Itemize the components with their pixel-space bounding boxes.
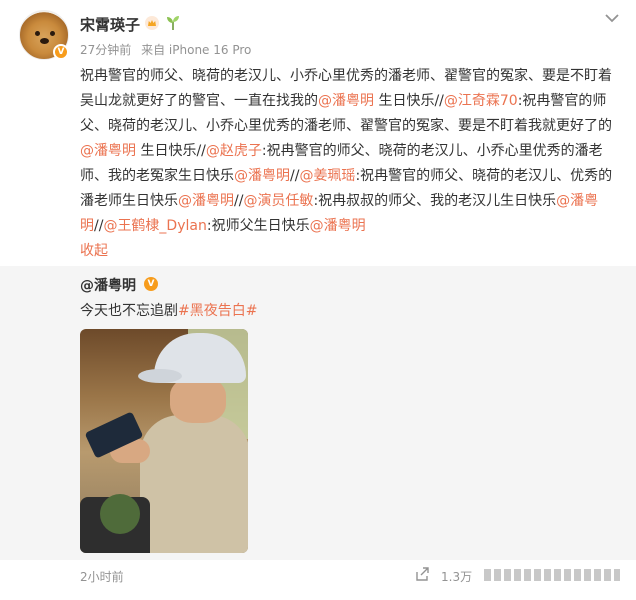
text-segment: 生日快乐// [374,93,444,109]
avatar-eye [50,31,55,36]
mention-link[interactable]: @潘粤明 [178,193,234,209]
repost-time: 2小时前 [80,570,124,584]
post-source: 来自 iPhone 16 Pro [141,43,252,57]
post-content: 祝冉警官的师父、晓荷的老汉儿、小乔心里优秀的潘老师、翟警官的冤家、要是不盯着吴山… [80,64,625,264]
text-segment: :祝冉叔叔的师父、我的老汉儿生日快乐 [313,193,557,209]
crown-icon [145,16,159,30]
chevron-down-icon[interactable] [604,12,620,24]
post-time: 27分钟前 [80,43,132,57]
repost-body: 今天也不忘追剧 [80,303,178,319]
mention-link[interactable]: @演员任敏 [243,193,313,209]
photo-shirt [140,415,248,553]
action-icons[interactable] [482,566,622,584]
mention-link[interactable]: @潘粤明 [80,143,136,159]
mention-link[interactable]: @潘粤明 [310,218,366,234]
verified-icon: V [144,277,158,291]
avatar-nose [40,38,49,44]
post-text: 祝冉警官的师父、晓荷的老汉儿、小乔心里优秀的潘老师、翟警官的冤家、要是不盯着吴山… [80,68,612,234]
text-segment: :祝师父生日快乐 [206,218,310,234]
weibo-post: V 宋霄瑛子 27分钟前 来自 iPhone 16 Pro 祝冉警官的师父、晓荷… [0,0,636,600]
mention-link[interactable]: @赵虎子 [206,143,262,159]
mention-link[interactable]: @潘粤明 [318,93,374,109]
mention-link[interactable]: @江奇霖70 [444,93,518,109]
author-name[interactable]: 宋霄瑛子 [80,14,140,35]
photo-face [170,377,226,423]
avatar-eye [35,31,40,36]
verified-icon: V [53,44,69,60]
photo-plant [100,494,140,534]
collapse-link[interactable]: 收起 [80,243,108,259]
share-count: 1.3万 [441,570,473,584]
sprout-icon [167,16,179,30]
repost-username[interactable]: @潘粤明 [80,275,136,295]
post-meta: 27分钟前 来自 iPhone 16 Pro [80,41,257,58]
text-segment: 生日快乐// [136,143,206,159]
share-icon[interactable] [414,566,430,582]
mention-link[interactable]: @王鹤棣_Dylan [103,218,206,234]
mention-link[interactable]: @潘粤明 [234,168,290,184]
mention-link[interactable]: @姜珮瑶 [299,168,355,184]
repost-text: 今天也不忘追剧#黑夜告白# [80,300,257,320]
repost-photo[interactable] [80,329,248,553]
repost-card[interactable]: @潘粤明 V 今天也不忘追剧#黑夜告白# [0,266,636,560]
photo-cap-brim [138,369,182,383]
hashtag-link[interactable]: #黑夜告白# [178,303,257,319]
